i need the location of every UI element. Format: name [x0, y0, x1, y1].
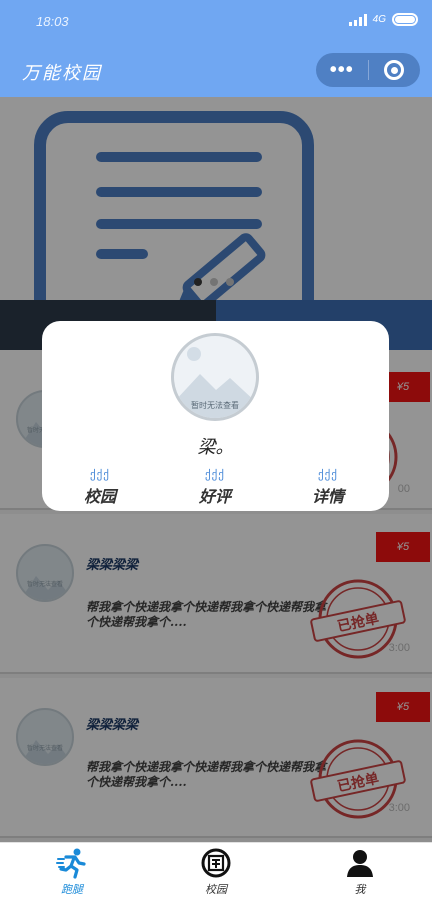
- person-icon: [347, 850, 373, 877]
- more-dots-icon[interactable]: •••: [316, 53, 368, 87]
- runner-icon: [56, 848, 86, 879]
- action-label: 校园: [83, 487, 116, 506]
- wave-decoration-icon: ქქქ: [90, 469, 110, 481]
- wave-decoration-icon: ქქქ: [205, 469, 225, 481]
- wave-decoration-icon: ქქქ: [318, 469, 338, 481]
- status-indicators: 4G: [348, 13, 418, 26]
- avatar-caption: 暂时无法查看: [191, 401, 239, 410]
- tab-me[interactable]: 我: [288, 843, 432, 900]
- tab-label: 跑腿: [61, 883, 83, 896]
- status-bar: 18:03 4G: [0, 0, 432, 44]
- details-action-button[interactable]: ქქქ 详情: [288, 469, 368, 507]
- review-action-button[interactable]: ქქქ 好评: [175, 469, 255, 507]
- modal-actions: ქქქ 校园 ქქქ 好评 ქქქ 详情: [42, 469, 389, 507]
- tab-campus[interactable]: 校园: [144, 843, 288, 900]
- network-type: 4G: [372, 14, 386, 25]
- bottom-tab-bar: 跑腿 校园 我: [0, 842, 432, 900]
- modal-user-name: 梁。: [197, 437, 234, 458]
- tab-label: 校园: [205, 883, 227, 896]
- mini-program-capsule: •••: [316, 53, 420, 87]
- target-close-icon[interactable]: [368, 60, 420, 80]
- tab-errand[interactable]: 跑腿: [0, 843, 144, 900]
- status-time: 18:03: [36, 14, 69, 29]
- top-bar: 18:03 4G 万能校园 •••: [0, 0, 432, 97]
- tab-label: 我: [354, 883, 366, 896]
- signal-icon: [348, 13, 367, 26]
- user-profile-modal: 暂时无法查看 梁。 ქქქ 校园 ქქქ 好评 ქქქ 详情: [42, 321, 389, 511]
- page-title: 万能校园: [22, 63, 102, 84]
- battery-icon: [392, 13, 418, 26]
- campus-badge-icon: [201, 848, 231, 878]
- action-label: 好评: [198, 487, 231, 506]
- campus-action-button[interactable]: ქქქ 校园: [60, 469, 140, 507]
- modal-avatar: 暂时无法查看: [171, 333, 259, 421]
- action-label: 详情: [311, 487, 344, 506]
